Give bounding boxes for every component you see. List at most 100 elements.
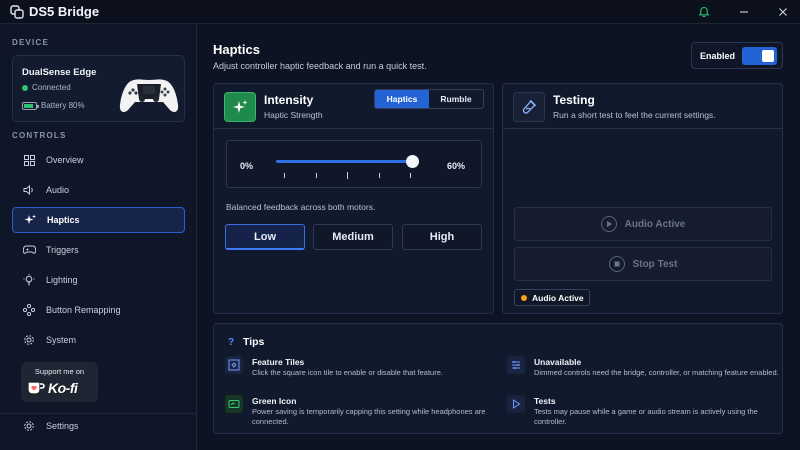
panel-divider — [214, 128, 493, 129]
dpad-icon — [22, 303, 36, 317]
device-section-label: DEVICE — [12, 38, 49, 47]
testing-title: Testing — [553, 93, 595, 107]
cup-icon — [27, 380, 45, 396]
intensity-title: Intensity — [264, 93, 314, 107]
slider-tick — [347, 172, 348, 179]
sidebar-item-label: Haptics — [47, 215, 80, 225]
test-tube-icon — [513, 92, 545, 122]
tips-panel: ? Tips Feature Tiles Click the square ic… — [213, 323, 783, 434]
play-icon — [600, 216, 617, 232]
bell-icon[interactable] — [695, 3, 713, 21]
status-dot — [22, 84, 28, 91]
enabled-label: Enabled — [700, 51, 736, 61]
sidebar-item-label: Triggers — [46, 245, 79, 255]
bulb-icon — [22, 273, 36, 287]
sidebar-item-label: Overview — [46, 155, 84, 165]
speaker-icon — [22, 183, 36, 197]
device-card[interactable]: DualSense Edge Connected Battery 80% — [12, 55, 185, 122]
slider-handle[interactable] — [406, 155, 419, 168]
device-status-text: Connected — [32, 83, 71, 92]
page-title: Haptics — [213, 42, 260, 57]
level-high-button[interactable]: High — [402, 224, 482, 250]
intensity-slider-box: 0% 60% — [226, 140, 482, 188]
level-low-button[interactable]: Low — [225, 224, 305, 250]
sliders-icon — [507, 356, 525, 374]
kofi-brand: Ko-fi — [48, 380, 78, 396]
tab-rumble[interactable]: Rumble — [429, 90, 483, 108]
device-status: Connected — [22, 83, 71, 92]
app-logo-icon — [10, 5, 24, 19]
tips-title: Tips — [243, 336, 265, 348]
stop-test-label: Stop Test — [632, 258, 678, 270]
device-name: DualSense Edge — [22, 67, 97, 78]
kofi-logo: Ko-fi — [27, 379, 93, 397]
intensity-subtitle: Haptic Strength — [264, 110, 323, 120]
enabled-toggle-box: Enabled — [691, 42, 783, 69]
controller-icon — [117, 75, 181, 115]
sparkle-icon — [23, 213, 37, 227]
sidebar-item-triggers[interactable]: Triggers — [12, 237, 185, 263]
sidebar-item-overview[interactable]: Overview — [12, 147, 185, 173]
sidebar-item-settings[interactable]: Settings — [12, 413, 185, 439]
intensity-description: Balanced feedback across both motors. — [226, 202, 376, 212]
audio-active-button[interactable]: Audio Active — [514, 207, 772, 241]
tip-text: Dimmed controls need the bridge, control… — [534, 368, 779, 377]
power-save-icon — [225, 395, 243, 413]
tip-text: Tests may pause while a game or audio st… — [534, 407, 758, 426]
enabled-toggle[interactable] — [742, 47, 777, 65]
sidebar-item-label: Lighting — [46, 275, 78, 285]
gear-icon — [22, 419, 36, 433]
sidebar-item-button-remapping[interactable]: Button Remapping — [12, 297, 185, 323]
slider-tick — [284, 173, 285, 178]
sidebar-item-label: Button Remapping — [46, 305, 121, 315]
kofi-support-button[interactable]: Support me on Ko-fi — [21, 362, 98, 402]
intensity-mode-tabs: Haptics Rumble — [374, 89, 484, 109]
gamepad-icon — [22, 243, 36, 257]
sidebar-item-system[interactable]: System — [12, 327, 185, 353]
stop-test-button[interactable]: Stop Test — [514, 247, 772, 281]
sidebar-item-audio[interactable]: Audio — [12, 177, 185, 203]
sidebar-item-lighting[interactable]: Lighting — [12, 267, 185, 293]
testing-panel: Testing Run a short test to feel the cur… — [502, 83, 783, 314]
slider-min-label: 0% — [240, 161, 254, 171]
tip-title: Tests — [534, 396, 556, 406]
question-icon: ? — [228, 337, 235, 348]
sidebar-item-label: Audio — [46, 185, 70, 195]
app-title: DS5 Bridge — [29, 4, 100, 19]
title-bar: DS5 Bridge — [0, 0, 800, 24]
sidebar-item-haptics[interactable]: Haptics — [12, 207, 185, 233]
tile-icon — [225, 356, 243, 374]
kofi-support-text: Support me on — [34, 367, 85, 376]
minimize-icon[interactable] — [735, 3, 753, 21]
panel-divider — [503, 128, 782, 129]
intensity-panel: Intensity Haptic Strength Haptics Rumble… — [213, 83, 494, 314]
controls-section-label: CONTROLS — [12, 131, 67, 140]
battery-text: Battery 80% — [41, 101, 85, 110]
device-battery: Battery 80% — [22, 101, 85, 110]
status-text: Audio Active — [532, 292, 584, 303]
intensity-slider[interactable] — [276, 155, 419, 168]
sparkle-icon[interactable] — [224, 92, 256, 122]
status-dot — [521, 294, 527, 301]
sidebar-item-label: Settings — [46, 421, 79, 431]
tip-title: Feature Tiles — [252, 357, 305, 367]
tip-text: Power saving is temporarily capping this… — [252, 407, 486, 426]
grid-icon — [22, 153, 36, 167]
slider-tick — [316, 173, 317, 178]
tip-text: Click the square icon tile to enable or … — [252, 368, 443, 377]
play-icon — [507, 395, 525, 413]
slider-value-label: 60% — [447, 161, 466, 171]
close-icon[interactable] — [774, 3, 792, 21]
tip-title: Green Icon — [252, 396, 297, 406]
slider-tick — [410, 173, 411, 178]
slider-tick — [379, 173, 380, 178]
audio-active-label: Audio Active — [624, 218, 686, 230]
stop-icon — [608, 256, 625, 272]
level-medium-button[interactable]: Medium — [313, 224, 393, 250]
tab-haptics[interactable]: Haptics — [375, 90, 429, 108]
sidebar-item-label: System — [46, 335, 77, 345]
status-badge: Audio Active — [514, 289, 590, 306]
sidebar: DEVICE DualSense Edge Connected Battery … — [0, 24, 197, 450]
battery-icon — [22, 101, 39, 110]
page-subtitle: Adjust controller haptic feedback and ru… — [213, 61, 427, 71]
